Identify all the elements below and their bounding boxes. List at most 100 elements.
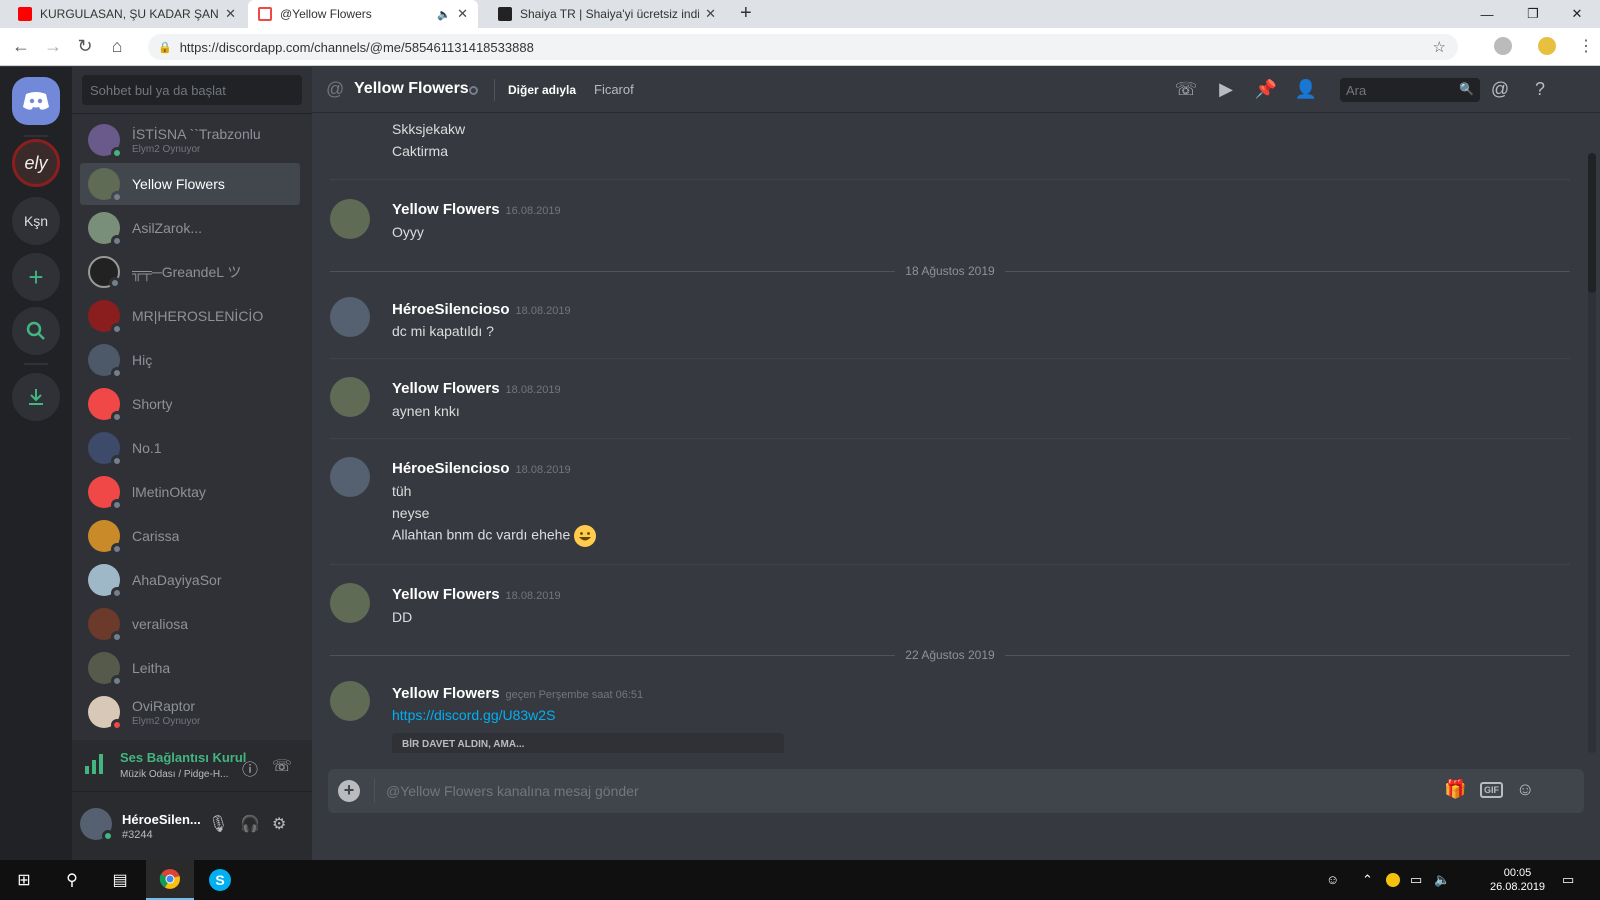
chrome-icon[interactable]: [146, 860, 194, 900]
grinning-face-emoji-icon[interactable]: [574, 525, 597, 547]
home-button[interactable]: [12, 77, 60, 125]
help-icon[interactable]: ?: [1528, 79, 1552, 100]
author-name: Yellow Flowers: [392, 201, 500, 218]
back-icon[interactable]: ←: [10, 36, 32, 57]
message-input[interactable]: @Yellow Flowers kanalına mesaj gönder: [386, 783, 639, 799]
minimize-button[interactable]: —: [1464, 0, 1510, 28]
dm-item[interactable]: lMetinOktay: [80, 471, 300, 513]
close-tab-icon[interactable]: ✕: [457, 6, 468, 22]
dm-item[interactable]: Hiç: [80, 339, 300, 381]
message-author[interactable]: Yellow Flowers 16.08.2019: [392, 201, 561, 218]
dm-item[interactable]: İSTİSNA ``Trabzonlu Elym2 Oynuyor: [80, 119, 300, 161]
volume-icon[interactable]: 🔈: [1434, 872, 1450, 888]
disconnect-icon[interactable]: ☏: [272, 756, 292, 776]
dm-item[interactable]: Leitha: [80, 647, 300, 689]
avatar[interactable]: [330, 199, 370, 239]
avatar[interactable]: [330, 583, 370, 623]
people-icon[interactable]: ☺: [1326, 872, 1339, 887]
dm-item-selected[interactable]: Yellow Flowers: [80, 163, 300, 205]
mentions-icon[interactable]: @: [1488, 79, 1512, 100]
url-field[interactable]: 🔒 https://discordapp.com/channels/@me/58…: [148, 34, 1458, 60]
add-friend-icon[interactable]: 👤: [1294, 79, 1318, 100]
gif-button[interactable]: GIF: [1480, 782, 1503, 798]
message-author[interactable]: Yellow Flowers 18.08.2019: [392, 586, 561, 603]
browser-tab-youtube[interactable]: KURGULASAN, ŞU KADAR ŞANSSIZ ✕: [8, 0, 246, 28]
emoji-picker-icon[interactable]: ☺: [1516, 779, 1534, 800]
dm-item[interactable]: MR|HEROSLENİCİO: [80, 295, 300, 337]
info-icon[interactable]: ⓘ: [242, 756, 258, 780]
avatar: [88, 476, 123, 511]
voice-status-title[interactable]: Ses Bağlantısı Kurul: [120, 750, 246, 765]
dm-item[interactable]: veraliosa: [80, 603, 300, 645]
start-voice-call-icon[interactable]: ☏: [1174, 79, 1198, 100]
search-icon[interactable]: ⚲: [48, 860, 96, 900]
search-placeholder: Ara: [1346, 83, 1367, 98]
dm-item[interactable]: ╦╤─GreandeL ツ: [80, 251, 300, 293]
dm-item[interactable]: AhaDayiyaSor: [80, 559, 300, 601]
server-ksn[interactable]: Kşn: [12, 197, 60, 245]
message-composer[interactable]: + @Yellow Flowers kanalına mesaj gönder …: [328, 769, 1584, 813]
avatar[interactable]: [330, 297, 370, 337]
notification-center-icon[interactable]: ▭: [1562, 872, 1574, 888]
voice-channel-name[interactable]: Müzik Odası / Pidge-H...: [120, 769, 228, 780]
download-icon: [29, 389, 43, 405]
close-tab-icon[interactable]: ✕: [705, 6, 716, 22]
task-view-icon[interactable]: ▤: [96, 860, 144, 900]
add-server-button[interactable]: +: [12, 253, 60, 301]
mute-microphone-icon[interactable]: 🎙: [208, 814, 228, 834]
home-icon[interactable]: ⌂: [106, 36, 128, 57]
message-text: Allahtan bnm dc vardı ehehe: [392, 526, 571, 543]
header-search-input[interactable]: Ara 🔍: [1340, 78, 1480, 102]
message-author[interactable]: Yellow Flowers 18.08.2019: [392, 380, 561, 397]
avatar[interactable]: [330, 377, 370, 417]
dm-name: İSTİSNA ``Trabzonlu: [132, 125, 261, 142]
message-author[interactable]: HéroeSilencioso 18.08.2019: [392, 460, 571, 477]
close-window-button[interactable]: ✕: [1554, 0, 1600, 28]
download-apps-button[interactable]: [12, 373, 60, 421]
dm-item[interactable]: No.1: [80, 427, 300, 469]
norton-icon[interactable]: [1386, 873, 1400, 887]
settings-gear-icon[interactable]: ⚙: [272, 814, 286, 834]
skype-icon[interactable]: S: [196, 860, 244, 900]
browser-menu-icon[interactable]: ⋮: [1578, 36, 1594, 56]
bookmark-star-icon[interactable]: ☆: [1433, 38, 1446, 56]
close-tab-icon[interactable]: ✕: [225, 6, 236, 22]
browser-tab-discord[interactable]: @Yellow Flowers 🔈 ✕: [248, 0, 478, 28]
forward-icon[interactable]: →: [42, 36, 64, 57]
dm-item[interactable]: Shorty: [80, 383, 300, 425]
tab-title: @Yellow Flowers: [280, 7, 372, 21]
browser-tab-shaiya[interactable]: Shaiya TR | Shaiya'yi ücretsiz indir ✕: [488, 0, 726, 28]
profile-icon[interactable]: [1538, 37, 1556, 55]
dm-search-input[interactable]: Sohbet bul ya da başlat: [82, 75, 302, 105]
windows-start-icon[interactable]: ⊞: [0, 860, 48, 900]
dm-item[interactable]: AsilZarok...: [80, 207, 300, 249]
show-hidden-icons-chevron-icon[interactable]: ⌃: [1362, 872, 1373, 888]
pinned-messages-icon[interactable]: 📌: [1254, 79, 1278, 100]
gift-icon[interactable]: 🎁: [1444, 779, 1466, 800]
network-icon[interactable]: ▭: [1410, 872, 1422, 888]
scrollbar-thumb[interactable]: [1588, 153, 1596, 293]
message-author[interactable]: HéroeSilencioso 18.08.2019: [392, 301, 571, 318]
taskbar-clock[interactable]: 00:05 26.08.2019: [1490, 866, 1545, 894]
invite-link[interactable]: https://discord.gg/U83w2S: [392, 707, 555, 723]
dm-item[interactable]: Carissa: [80, 515, 300, 557]
reload-icon[interactable]: ↻: [74, 36, 96, 57]
headphones-icon[interactable]: 🎧: [240, 814, 260, 834]
status-offline-indicator: [111, 587, 123, 599]
restore-button[interactable]: ❐: [1510, 0, 1556, 28]
explore-servers-button[interactable]: [12, 307, 60, 355]
dm-item[interactable]: OviRaptor Elym2 Oynuyor: [80, 691, 300, 733]
speaker-icon[interactable]: 🔈: [437, 8, 451, 21]
new-tab-button[interactable]: +: [740, 2, 752, 25]
status-offline-indicator: [111, 455, 123, 467]
message-author[interactable]: Yellow Flowers geçen Perşembe saat 06:51: [392, 685, 643, 702]
message-scrollbar[interactable]: [1588, 153, 1596, 753]
status-offline-indicator: [111, 411, 123, 423]
upload-file-button[interactable]: +: [338, 780, 360, 802]
start-video-call-icon[interactable]: ▶: [1214, 79, 1238, 100]
avatar[interactable]: [330, 457, 370, 497]
invite-embed[interactable]: BİR DAVET ALDIN, AMA...: [392, 733, 784, 753]
avatar[interactable]: [330, 681, 370, 721]
server-elym-icon[interactable]: ely: [12, 139, 60, 187]
extension-icon[interactable]: [1494, 37, 1512, 55]
